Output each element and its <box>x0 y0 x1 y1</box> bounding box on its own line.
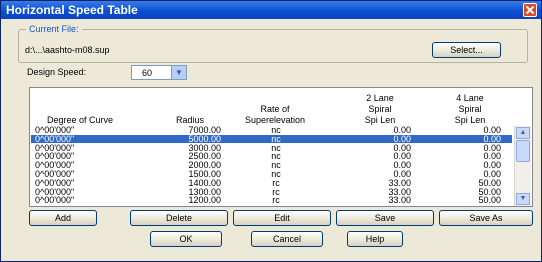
table-row[interactable]: 0^00'000" 1400.00 rc 33.00 50.00 <box>31 177 512 188</box>
cell-degree: 0^00'000" <box>35 151 75 162</box>
cell-rate: nc <box>271 169 281 179</box>
cell-spi2: 33.00 <box>388 195 411 206</box>
chevron-down-icon[interactable]: ▼ <box>171 66 186 79</box>
table-row[interactable]: 0^00'000" 1200.00 rc 33.00 50.00 <box>31 195 512 206</box>
title-bar[interactable]: Horizontal Speed Table <box>1 1 541 19</box>
cell-degree: 0^00'000" <box>35 142 75 153</box>
cell-spi4: 0.00 <box>483 142 501 153</box>
cell-spi4: 50.00 <box>478 177 501 188</box>
cell-rate: rc <box>272 195 280 206</box>
cell-radius: 2000.00 <box>188 160 221 171</box>
col-rate-line2: Superelevation <box>244 115 306 125</box>
cell-radius: 7000.00 <box>188 125 221 135</box>
cell-rate: nc <box>271 133 281 144</box>
save-button[interactable]: Save <box>336 210 434 226</box>
cell-spi2: 33.00 <box>388 186 411 197</box>
design-speed-label: Design Speed: <box>27 67 87 77</box>
scroll-up-icon[interactable]: ▲ <box>516 127 530 139</box>
cell-spi2: 0.00 <box>393 125 411 135</box>
cell-rate: rc <box>272 186 280 197</box>
table-row[interactable]: 0^00'000" 1500.00 nc 0.00 0.00 <box>31 169 512 179</box>
col-2lane-line1: 2 Lane <box>366 93 394 103</box>
cell-degree: 0^00'000" <box>35 186 75 197</box>
help-button[interactable]: Help <box>347 231 403 247</box>
current-file-path: d:\...\aashto-m08.sup <box>25 45 110 55</box>
col-4lane-line3: Spi Len <box>454 115 486 125</box>
table-row[interactable]: 0^00'000" 7000.00 nc 0.00 0.00 <box>31 125 512 135</box>
edit-button[interactable]: Edit <box>233 210 331 226</box>
col-2lane-line3: Spi Len <box>364 115 396 125</box>
vertical-scrollbar[interactable]: ▲ ▼ <box>514 126 531 206</box>
close-icon[interactable] <box>523 3 537 17</box>
col-2lane-line2: Spiral <box>368 104 392 114</box>
cell-spi4: 50.00 <box>478 195 501 206</box>
design-speed-value: 60 <box>142 68 153 78</box>
cell-radius: 3000.00 <box>188 142 221 153</box>
cell-degree: 0^00'000" <box>35 160 75 171</box>
scroll-thumb[interactable] <box>516 140 530 162</box>
design-speed-select[interactable]: 60 ▼ <box>131 65 187 80</box>
cell-radius: 1300.00 <box>188 186 221 197</box>
cell-spi4: 50.00 <box>478 186 501 197</box>
table-header: Degree of Curve Radius Rate of Superelev… <box>30 88 532 126</box>
cell-degree: 0^00'000" <box>35 169 75 179</box>
cell-radius: 2500.00 <box>188 151 221 162</box>
cell-spi2: 0.00 <box>393 142 411 153</box>
col-4lane-line1: 4 Lane <box>456 93 484 103</box>
cell-rate: nc <box>271 160 281 171</box>
select-button[interactable]: Select... <box>432 42 501 58</box>
table-row[interactable]: 0^00'000" 3000.00 nc 0.00 0.00 <box>31 142 512 153</box>
cell-spi4: 0.00 <box>483 125 501 135</box>
save-as-button[interactable]: Save As <box>439 210 533 226</box>
add-button[interactable]: Add <box>29 210 97 226</box>
cell-rate: rc <box>272 177 280 188</box>
col-4lane-line2: Spiral <box>458 104 482 114</box>
speed-table[interactable]: Degree of Curve Radius Rate of Superelev… <box>29 87 533 207</box>
cell-degree: 0^00'000" <box>35 133 75 144</box>
cell-spi4: 0.00 <box>483 169 501 179</box>
cell-rate: nc <box>271 125 281 135</box>
cell-radius: 5000.00 <box>188 133 221 144</box>
cell-rate: nc <box>271 142 281 153</box>
cell-radius: 1200.00 <box>188 195 221 206</box>
col-rate-line1: Rate of <box>260 104 290 114</box>
cancel-button[interactable]: Cancel <box>251 231 323 247</box>
cell-radius: 1400.00 <box>188 177 221 188</box>
horizontal-speed-table-dialog: Horizontal Speed Table Current File: d:\… <box>0 0 542 262</box>
cell-degree: 0^00'000" <box>35 125 75 135</box>
col-degree: Degree of Curve <box>46 115 114 125</box>
table-row[interactable]: 0^00'000" 2500.00 nc 0.00 0.00 <box>31 151 512 162</box>
table-row[interactable]: 0^00'000" 2000.00 nc 0.00 0.00 <box>31 160 512 171</box>
cell-rate: nc <box>271 151 281 162</box>
current-file-label: Current File: <box>26 24 82 34</box>
ok-button[interactable]: OK <box>150 231 222 247</box>
window-title: Horizontal Speed Table <box>6 3 138 17</box>
table-row[interactable]: 0^00'000" 1300.00 rc 33.00 50.00 <box>31 186 512 197</box>
scroll-down-icon[interactable]: ▼ <box>516 193 530 205</box>
cell-spi4: 0.00 <box>483 133 501 144</box>
delete-button[interactable]: Delete <box>130 210 228 226</box>
col-radius: Radius <box>175 115 204 125</box>
cell-spi2: 0.00 <box>393 133 411 144</box>
cell-spi2: 0.00 <box>393 169 411 179</box>
cell-spi4: 0.00 <box>483 160 501 171</box>
table-row[interactable]: 0^00'000" 5000.00 nc 0.00 0.00 <box>31 133 512 144</box>
cell-spi2: 0.00 <box>393 160 411 171</box>
cell-radius: 1500.00 <box>188 169 221 179</box>
cell-degree: 0^00'000" <box>35 195 75 206</box>
cell-spi2: 0.00 <box>393 151 411 162</box>
cell-spi2: 33.00 <box>388 177 411 188</box>
cell-spi4: 0.00 <box>483 151 501 162</box>
cell-degree: 0^00'000" <box>35 177 75 188</box>
